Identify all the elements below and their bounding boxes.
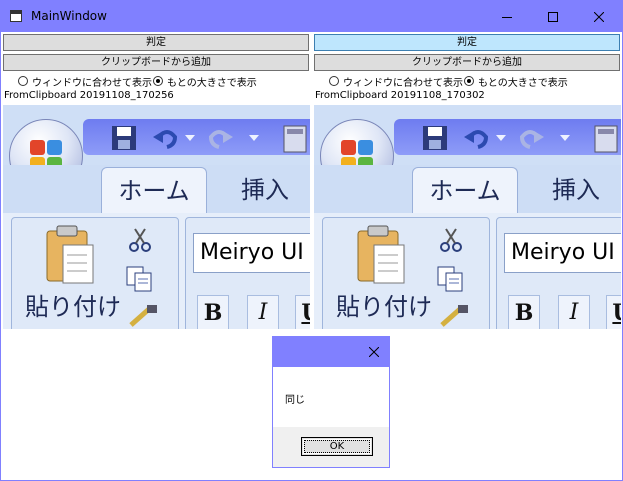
dialog-footer: OK: [273, 427, 389, 467]
undo-icon: [153, 130, 178, 149]
dialog-close-button[interactable]: [359, 337, 389, 367]
italic-icon: I: [247, 295, 279, 329]
bold-icon: B: [508, 295, 540, 329]
judge-button[interactable]: 判定: [3, 34, 309, 51]
window-title: MainWindow: [31, 9, 107, 23]
redo-dropdown-icon: [560, 135, 570, 141]
copy-icon: [126, 266, 152, 292]
undo-dropdown-icon: [496, 135, 506, 141]
close-button[interactable]: [576, 1, 622, 32]
radio-original-size-label[interactable]: もとの大きさで表示: [478, 74, 568, 89]
close-icon: [369, 347, 379, 357]
judge-button[interactable]: 判定: [314, 34, 620, 51]
cut-icon: [440, 228, 462, 252]
ok-button[interactable]: OK: [301, 437, 373, 456]
minimize-button[interactable]: [484, 1, 530, 32]
title-bar[interactable]: MainWindow: [1, 1, 622, 32]
bold-icon: B: [197, 295, 229, 329]
dialog-title-bar[interactable]: [273, 337, 389, 367]
radio-fit-window[interactable]: [18, 76, 28, 86]
minimize-icon: [502, 16, 512, 18]
paste-label: 貼り付け: [336, 293, 432, 321]
image-caption: FromClipboard 20191108_170256: [4, 90, 174, 101]
close-icon: [594, 11, 604, 22]
radio-fit-window-label[interactable]: ウィンドウに合わせて表示: [343, 74, 463, 89]
cut-icon: [129, 228, 151, 252]
result-dialog: 同じ OK: [272, 336, 390, 468]
add-from-clipboard-button[interactable]: クリップボードから追加: [314, 54, 620, 71]
undo-icon: [464, 130, 489, 149]
maximize-icon: [548, 11, 558, 22]
paste-icon: [357, 225, 405, 284]
clipboard-image: ホーム 挿入 貼り付け Meiryo UI B I U: [314, 105, 621, 329]
underline-icon: U: [606, 295, 621, 329]
format-painter-icon: [129, 305, 157, 327]
copy-icon: [437, 266, 463, 292]
radio-fit-window-label[interactable]: ウィンドウに合わせて表示: [32, 74, 152, 89]
save-icon: [423, 126, 447, 150]
font-name-box: Meiryo UI: [193, 233, 310, 273]
dialog-message: 同じ: [285, 395, 305, 406]
redo-icon: [208, 130, 233, 149]
save-icon: [112, 126, 136, 150]
add-from-clipboard-button[interactable]: クリップボードから追加: [3, 54, 309, 71]
ribbon-tab-insert: 挿入: [241, 176, 289, 204]
underline-icon: U: [295, 295, 310, 329]
ribbon-tab-home: ホーム: [101, 167, 207, 214]
image-caption: FromClipboard 20191108_170302: [315, 90, 485, 101]
radio-original-size[interactable]: [153, 76, 163, 86]
redo-icon: [519, 130, 544, 149]
radio-fit-window[interactable]: [329, 76, 339, 86]
display-mode-radio-group: ウィンドウに合わせて表示 もとの大きさで表示: [329, 74, 569, 89]
ribbon-tab-home: ホーム: [412, 167, 518, 214]
radio-original-size[interactable]: [464, 76, 474, 86]
font-name-box: Meiryo UI: [504, 233, 621, 273]
paste-label: 貼り付け: [25, 293, 121, 321]
clipboard-image: ホーム 挿入 貼り付け Meiryo UI B I U: [3, 105, 310, 329]
maximize-button[interactable]: [530, 1, 576, 32]
ribbon-tab-insert: 挿入: [552, 176, 600, 204]
calculator-icon: [283, 125, 307, 153]
display-mode-radio-group: ウィンドウに合わせて表示 もとの大きさで表示: [18, 74, 258, 89]
italic-icon: I: [558, 295, 590, 329]
redo-dropdown-icon: [249, 135, 259, 141]
paste-icon: [46, 225, 94, 284]
radio-original-size-label[interactable]: もとの大きさで表示: [167, 74, 257, 89]
undo-dropdown-icon: [185, 135, 195, 141]
app-icon: [10, 10, 22, 22]
format-painter-icon: [440, 305, 468, 327]
calculator-icon: [594, 125, 618, 153]
